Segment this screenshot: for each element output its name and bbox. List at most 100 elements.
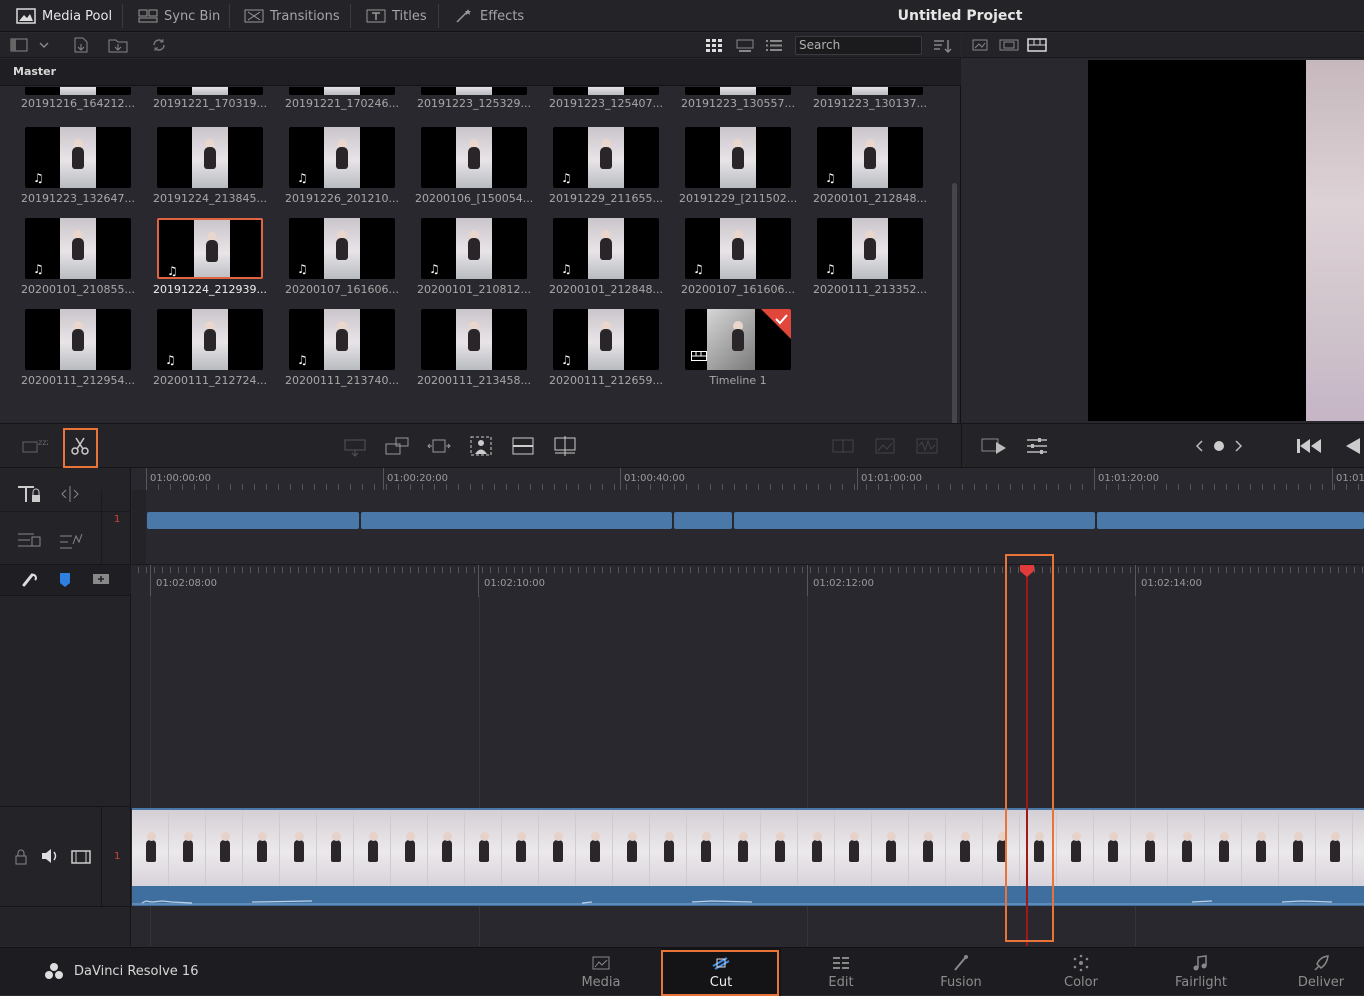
tab-effects-label: Effects [480, 8, 525, 24]
minor-tick [618, 567, 619, 573]
subject-body [732, 238, 744, 260]
add-track-icon[interactable] [92, 572, 110, 586]
tab-effects[interactable]: Effects [454, 0, 524, 32]
divider [438, 4, 439, 28]
close-up-icon[interactable] [468, 434, 494, 458]
audio-track-clip[interactable] [132, 886, 1364, 906]
page-tab-media[interactable]: Media [541, 948, 661, 996]
page-tab-label: Edit [828, 975, 854, 990]
subject-body [1108, 840, 1118, 862]
timeline-clip[interactable] [147, 512, 359, 529]
playback-icon[interactable] [980, 434, 1010, 458]
tab-transitions[interactable]: Transitions [244, 0, 340, 32]
sync-icon[interactable] [150, 37, 168, 53]
single-viewer-icon[interactable] [972, 39, 988, 51]
waveform-icon[interactable] [914, 434, 940, 458]
place-on-top-icon[interactable] [510, 434, 536, 458]
import-media-icon[interactable] [72, 37, 90, 53]
media-pool-panel: Search Master 20191216_164212... 20191221… [0, 33, 961, 453]
audio-waveform-icon[interactable] [58, 530, 84, 550]
lock-icon[interactable] [14, 849, 28, 865]
timeline-clip[interactable] [674, 512, 732, 529]
page-tab-edit[interactable]: Edit [781, 948, 901, 996]
tab-titles[interactable]: Titles [366, 0, 427, 32]
clip-image [720, 87, 756, 95]
audio-note-icon: ♫ [297, 353, 308, 367]
speaker-icon[interactable] [40, 848, 60, 864]
sidebar-toggle-icon[interactable] [10, 38, 28, 52]
import-folder-icon[interactable] [108, 37, 128, 53]
minor-tick [474, 567, 475, 573]
minor-tick [1330, 567, 1331, 573]
minor-tick [1306, 567, 1307, 573]
search-input[interactable]: Search [795, 36, 922, 55]
tab-sync-bin[interactable]: Sync Bin [138, 0, 220, 32]
skip-to-start-icon[interactable] [1294, 434, 1324, 458]
clip-name: 20200101_210855... [21, 283, 135, 296]
page-tab-label: Fairlight [1174, 975, 1228, 990]
minor-tick [930, 567, 931, 573]
subject-head [591, 832, 600, 841]
minor-tick [962, 567, 963, 573]
minor-tick [250, 567, 251, 573]
minor-tick [258, 567, 259, 573]
minor-tick [946, 567, 947, 573]
major-tick [857, 468, 858, 490]
subject-body [1071, 840, 1081, 862]
effects-icon [456, 9, 471, 23]
film-frame [132, 810, 169, 886]
timeline-clip[interactable] [734, 512, 1095, 529]
smart-insert-icon[interactable] [342, 434, 368, 458]
tab-media-pool[interactable]: Media Pool [16, 0, 112, 32]
minor-tick [530, 567, 531, 573]
clip-thumbnail: ♫ [817, 127, 923, 188]
page-tab-deliver[interactable]: Deliver [1261, 948, 1364, 996]
sleep-icon[interactable]: zzz [22, 434, 48, 458]
audio-trim-icon[interactable] [16, 530, 44, 550]
filmstrip-view-icon[interactable] [736, 39, 754, 52]
clip-thumbnail: ♫ [553, 127, 659, 188]
play-reverse-icon[interactable] [1338, 434, 1364, 458]
trim-icon[interactable] [58, 484, 82, 504]
film-track-icon[interactable] [71, 850, 91, 864]
ripple-overwrite-icon[interactable] [426, 434, 452, 458]
timecode-label: 01:02:08:00 [156, 578, 218, 589]
timeline-clip[interactable] [1097, 512, 1364, 529]
major-tick [1135, 565, 1136, 597]
chevron-down-icon[interactable] [38, 40, 50, 50]
minor-tick [1098, 567, 1099, 573]
marker-flag-icon[interactable] [58, 572, 72, 588]
page-tab-color[interactable]: Color [1021, 948, 1141, 996]
minor-tick [586, 567, 587, 573]
timecode-label: 01:00:20:00 [387, 473, 449, 484]
settings-sliders-icon[interactable] [1024, 434, 1050, 458]
source-viewer-icon[interactable] [999, 39, 1019, 51]
subject-head [184, 832, 193, 841]
page-tab-fusion[interactable]: Fusion [901, 948, 1021, 996]
image-view-icon[interactable] [872, 434, 898, 458]
page-tab-fairlight[interactable]: Fairlight [1141, 948, 1261, 996]
subject-head [1294, 832, 1303, 841]
grid-view-icon[interactable] [706, 39, 722, 52]
timeline-clip[interactable] [361, 512, 672, 529]
timeline-viewer-icon[interactable] [1027, 38, 1047, 52]
snap-magnet-icon[interactable] [20, 571, 38, 589]
subject-body [732, 147, 744, 169]
append-icon[interactable] [384, 434, 410, 458]
clip-navigator-icon[interactable] [1188, 434, 1250, 458]
viewer-panel [962, 33, 1364, 423]
video-track-clip[interactable] [132, 808, 1364, 886]
minor-tick [1362, 567, 1363, 573]
minor-tick [274, 567, 275, 573]
source-overwrite-icon[interactable] [552, 434, 578, 458]
viewer-frame [1088, 60, 1364, 421]
minor-tick [802, 567, 803, 573]
split-view-icon[interactable] [830, 434, 856, 458]
minor-tick [1170, 567, 1171, 573]
checkmark-icon [761, 309, 791, 339]
scissors-icon[interactable] [67, 434, 93, 458]
scrollbar[interactable] [952, 183, 957, 453]
sort-icon[interactable] [933, 38, 953, 54]
list-view-icon[interactable] [766, 39, 782, 52]
track-lock-icon[interactable] [16, 484, 44, 504]
